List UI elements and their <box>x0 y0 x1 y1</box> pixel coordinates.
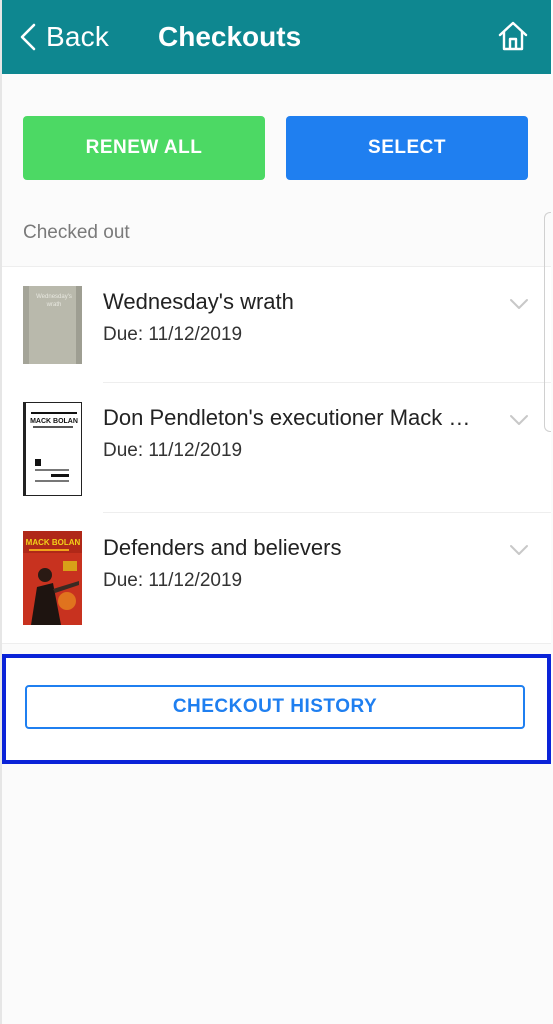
back-button[interactable]: Back <box>20 18 109 56</box>
back-label: Back <box>46 21 110 52</box>
list-item[interactable]: MACK BOLAN Don Pendleton's executioner M… <box>2 383 551 513</box>
chevron-down-icon[interactable] <box>509 413 529 427</box>
scrollbar[interactable] <box>544 212 551 432</box>
svg-text:MACK BOLAN: MACK BOLAN <box>30 418 78 425</box>
book-cover: MACK BOLAN <box>23 402 82 496</box>
item-due-date: Due: 11/12/2019 <box>103 440 243 461</box>
item-title: Defenders and believers <box>103 535 342 560</box>
select-button[interactable]: SELECT <box>286 116 528 180</box>
checkout-history-highlight: CHECKOUT HISTORY <box>2 654 551 764</box>
page-title: Checkouts <box>158 21 302 52</box>
chevron-down-icon[interactable] <box>509 297 529 311</box>
home-button[interactable] <box>497 20 529 52</box>
checkout-history-button[interactable]: CHECKOUT HISTORY <box>25 685 525 729</box>
svg-text:MACK BOLAN: MACK BOLAN <box>26 538 81 547</box>
section-label-checked-out: Checked out <box>23 222 130 243</box>
app-header: Back Checkouts <box>2 0 551 74</box>
svg-text:wrath: wrath <box>46 302 62 308</box>
book-cover: MACK BOLAN <box>23 531 82 625</box>
list-item[interactable]: MACK BOLAN Defenders and believers Due: … <box>2 513 551 643</box>
svg-text:Wednesday's: Wednesday's <box>36 294 72 300</box>
checkout-list: Wednesday's wrath Wednesday's wrath Due:… <box>2 266 551 644</box>
item-due-date: Due: 11/12/2019 <box>103 324 243 345</box>
app-screen: Back Checkouts RENEW ALL SELECT Checked … <box>0 0 553 1024</box>
renew-all-button[interactable]: RENEW ALL <box>23 116 265 180</box>
list-item[interactable]: Wednesday's wrath Wednesday's wrath Due:… <box>2 267 551 383</box>
item-due-date: Due: 11/12/2019 <box>103 570 243 591</box>
item-title: Wednesday's wrath <box>103 289 294 314</box>
chevron-down-icon[interactable] <box>509 543 529 557</box>
book-cover: Wednesday's wrath <box>23 286 82 364</box>
action-buttons: RENEW ALL SELECT <box>23 116 528 180</box>
home-icon <box>497 21 529 56</box>
chevron-left-icon <box>20 23 36 51</box>
item-title: Don Pendleton's executioner Mack … <box>103 405 471 430</box>
